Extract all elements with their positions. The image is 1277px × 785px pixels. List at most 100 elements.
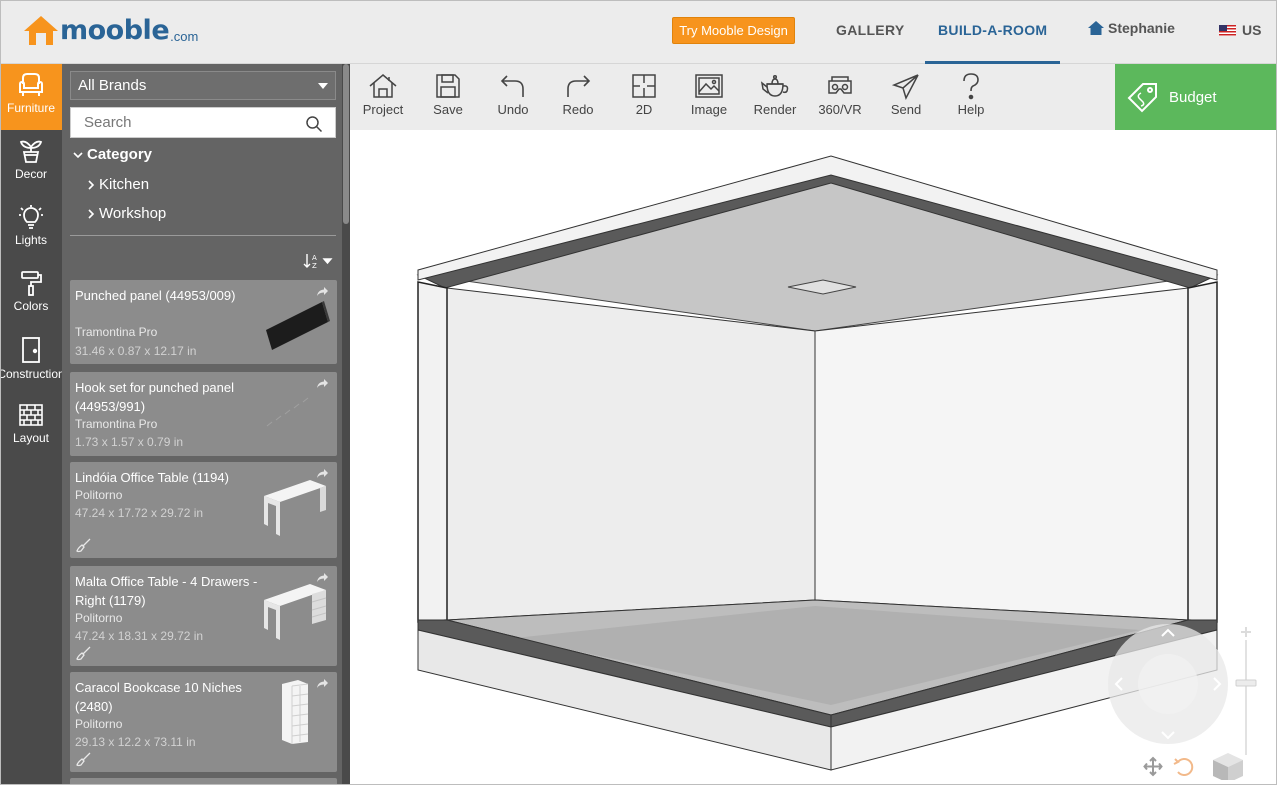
product-dims: 47.24 x 17.72 x 29.72 in <box>75 506 204 520</box>
catalog-panel: All Brands Category Kitchen Workshop A Z… <box>62 64 350 785</box>
customize-brush-icon[interactable] <box>76 645 92 661</box>
language-label: US <box>1242 22 1262 38</box>
customize-brush-icon[interactable] <box>76 751 92 767</box>
nav-gallery[interactable]: GALLERY <box>836 22 904 38</box>
product-title: Malta Office Table - 4 Drawers - Right (… <box>75 574 258 608</box>
camera-navigation-controls[interactable] <box>1108 620 1273 780</box>
category-workshop[interactable]: Workshop <box>88 205 166 222</box>
rail-lights[interactable]: Lights <box>0 196 62 262</box>
chevron-right-icon <box>88 179 95 190</box>
product-dims: 1.73 x 1.57 x 0.79 in <box>75 435 184 449</box>
product-card[interactable]: Lindóia Office Table (1194) Politorno 47… <box>70 462 337 558</box>
price-tag-icon <box>1127 83 1157 113</box>
product-brand: Politorno <box>75 611 123 625</box>
image-button[interactable]: Image <box>677 72 741 117</box>
product-dims: 29.13 x 12.2 x 73.11 in <box>75 735 196 749</box>
tool-label: 2D <box>635 102 653 117</box>
search-box <box>70 107 336 138</box>
product-card[interactable] <box>70 778 337 785</box>
product-card[interactable]: Punched panel (44953/009) Tramontina Pro… <box>70 280 337 364</box>
language-selector[interactable]: US <box>1219 22 1261 38</box>
360-vr-button[interactable]: 360/VR <box>808 72 872 117</box>
undo-button[interactable]: Undo <box>481 72 545 117</box>
share-icon[interactable] <box>316 378 329 389</box>
nav-build-a-room[interactable]: BUILD-A-ROOM <box>938 22 1047 38</box>
tool-label: Project <box>362 102 404 117</box>
catalog-scrollbar-thumb[interactable] <box>343 64 349 224</box>
pan-arrows-icon[interactable] <box>1143 756 1163 777</box>
punched-panel-thumbnail <box>266 301 330 350</box>
search-input[interactable] <box>84 114 304 131</box>
product-brand: Tramontina Pro <box>75 325 158 339</box>
teapot-icon <box>760 74 789 97</box>
budget-label: Budget <box>1169 88 1217 106</box>
chevron-right-icon <box>88 208 95 219</box>
rail-furniture[interactable]: Furniture <box>0 64 62 130</box>
share-icon[interactable] <box>316 678 329 689</box>
rail-colors[interactable]: Colors <box>0 262 62 328</box>
rail-decor[interactable]: Decor <box>0 130 62 196</box>
redo-button[interactable]: Redo <box>546 72 610 117</box>
product-card[interactable]: Malta Office Table - 4 Drawers - Right (… <box>70 566 337 666</box>
try-mooble-design-button[interactable]: Try Mooble Design <box>672 17 795 44</box>
tool-label: Render <box>753 102 797 117</box>
help-button[interactable]: Help <box>939 72 1003 117</box>
floorplan-icon <box>632 74 656 98</box>
office-table-thumbnail <box>264 480 326 536</box>
search-icon[interactable] <box>305 115 323 133</box>
floppy-icon <box>436 74 460 98</box>
rail-layout[interactable]: Layout <box>0 394 62 460</box>
product-card[interactable]: Hook set for punched panel (44953/991) T… <box>70 372 337 456</box>
tool-label: Undo <box>497 102 529 117</box>
3d-cube-icon[interactable] <box>1213 753 1243 780</box>
paint-roller-icon <box>21 271 42 296</box>
sort-az-icon[interactable]: A Z <box>303 252 333 270</box>
category-kitchen[interactable]: Kitchen <box>88 176 149 193</box>
rail-label: Layout <box>12 431 50 445</box>
zoom-in-icon[interactable] <box>1241 627 1251 637</box>
render-button[interactable]: Render <box>743 72 807 117</box>
vr-headset-icon <box>828 76 852 94</box>
product-brand: Politorno <box>75 717 123 731</box>
logo-text: mooble <box>60 15 170 46</box>
product-title: Caracol Bookcase 10 Niches (2480) <box>75 680 242 714</box>
zoom-slider-handle[interactable] <box>1235 679 1257 687</box>
plant-icon <box>19 140 43 163</box>
2d-view-button[interactable]: 2D <box>612 72 676 117</box>
brick-wall-icon <box>19 404 43 426</box>
brand-dropdown[interactable]: All Brands <box>70 71 336 100</box>
image-icon <box>695 74 723 98</box>
question-icon <box>963 73 979 100</box>
product-card[interactable]: Caracol Bookcase 10 Niches (2480) Polito… <box>70 672 337 772</box>
chevron-down-icon <box>73 151 83 158</box>
home-icon <box>1088 21 1104 35</box>
budget-button[interactable]: Budget <box>1115 64 1277 130</box>
3d-viewport[interactable] <box>350 130 1277 785</box>
customize-brush-icon[interactable] <box>76 537 92 553</box>
tool-label: Image <box>690 102 728 117</box>
user-name: Stephanie <box>1108 20 1175 36</box>
rail-label: Lights <box>14 233 48 247</box>
rail-construction[interactable]: Construction <box>0 328 65 394</box>
paper-plane-icon <box>891 74 919 100</box>
zoom-slider[interactable] <box>1245 640 1247 755</box>
lightbulb-icon <box>19 205 43 229</box>
save-button[interactable]: Save <box>416 72 480 117</box>
mooble-logo[interactable]: mooble .com <box>22 14 198 46</box>
tool-label: Redo <box>562 102 594 117</box>
product-title: Hook set for punched panel (44953/991) <box>75 380 234 414</box>
rail-label: Construction <box>0 367 65 381</box>
product-brand: Tramontina Pro <box>75 417 158 431</box>
rotate-icon[interactable] <box>1173 758 1194 776</box>
product-brand: Politorno <box>75 488 123 502</box>
product-title: Punched panel (44953/009) <box>75 288 236 303</box>
svg-text:Z: Z <box>312 262 317 270</box>
category-label: Kitchen <box>99 176 150 193</box>
rail-label: Colors <box>13 299 49 313</box>
category-heading[interactable]: Category <box>73 146 152 163</box>
nav-user[interactable]: Stephanie <box>1087 20 1175 36</box>
project-button[interactable]: Project <box>351 72 415 117</box>
logo-suffix: .com <box>170 29 199 44</box>
category-label: Workshop <box>99 205 167 222</box>
send-button[interactable]: Send <box>874 72 938 117</box>
